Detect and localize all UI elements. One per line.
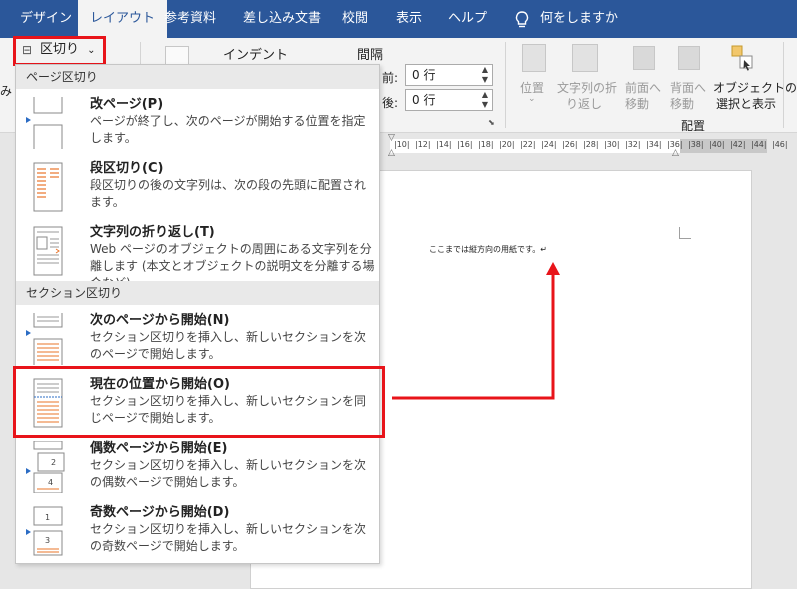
margin-corner-mark	[679, 227, 691, 239]
menu-item-description: セクション区切りを挿入し、新しいセクションを次の奇数ページで開始します。	[90, 522, 367, 553]
ruler-number: |44|	[751, 140, 767, 149]
ribbon-separator	[783, 42, 784, 128]
ribbon-partial-label: み	[0, 84, 13, 98]
svg-text:4: 4	[48, 478, 53, 487]
section-breaks-header: セクション区切り	[16, 281, 379, 305]
indent-marker-icon[interactable]: △	[388, 148, 395, 158]
highlight-box-breaks-button	[13, 36, 106, 66]
page-break-icon	[26, 97, 63, 149]
text-wrapping-icon	[33, 226, 63, 276]
ruler-number: |42|	[730, 140, 746, 149]
menu-item-description: 段区切りの後の文字列は、次の段の先頭に配置されます。	[90, 178, 367, 209]
tab-mailings[interactable]: 差し込み文書	[243, 0, 321, 38]
ribbon-separator	[505, 42, 506, 128]
ruler-number: |38|	[688, 140, 704, 149]
tab-design[interactable]: デザイン	[20, 0, 72, 38]
odd-page-section-icon: 1 3	[26, 506, 63, 556]
menu-item-title: 次のページから開始(N)	[90, 313, 230, 328]
menu-item-next-page[interactable]: 次のページから開始(N) セクション区切りを挿入し、新しいセクションを次のページ…	[16, 307, 379, 369]
bring-forward-icon[interactable]	[633, 46, 655, 70]
send-backward-icon[interactable]	[678, 46, 700, 70]
ruler-number: |22|	[520, 140, 536, 149]
selection-pane-icon[interactable]	[730, 44, 756, 74]
spinner-arrows-icon[interactable]: ▲ ▼	[482, 65, 488, 85]
horizontal-ruler[interactable]: ▽ △ △ |10| |12| |14| |16| |18| |20| |22|…	[380, 133, 797, 158]
ruler-number: |14|	[436, 140, 452, 149]
menu-item-page-break[interactable]: 改ページ(P) ページが終了し、次のページが開始する位置を指定します。	[16, 91, 379, 153]
ruler-number: |18|	[478, 140, 494, 149]
bring-forward-label-1[interactable]: 前面へ	[625, 79, 661, 96]
lightbulb-icon[interactable]	[513, 10, 531, 30]
tab-layout[interactable]: レイアウト	[78, 0, 168, 38]
ruler-number: |32|	[625, 140, 641, 149]
page-breaks-header: ページ区切り	[16, 65, 379, 89]
menu-item-title: 文字列の折り返し(T)	[90, 225, 215, 240]
menu-item-description: セクション区切りを挿入し、新しいセクションを次のページで開始します。	[90, 330, 367, 361]
spacing-label: 間隔	[357, 48, 384, 63]
tab-references[interactable]: 参考資料	[164, 0, 216, 38]
menu-item-column-break[interactable]: 段区切り(C) 段区切りの後の文字列は、次の段の先頭に配置されます。	[16, 155, 379, 217]
spacing-after-input[interactable]: 0 行 ▲ ▼	[405, 89, 493, 111]
menu-item-description: セクション区切りを挿入し、新しいセクションを次の偶数ページで開始します。	[90, 458, 367, 489]
ruler-number: |46|	[772, 140, 788, 149]
tab-help[interactable]: ヘルプ	[448, 0, 487, 38]
ribbon-tab-bar: デザイン レイアウト 参考資料 差し込み文書 校閲 表示 ヘルプ 何をしますか	[0, 0, 797, 38]
send-backward-label-1[interactable]: 背面へ	[670, 79, 706, 96]
column-break-icon	[33, 162, 63, 212]
svg-text:2: 2	[51, 458, 56, 467]
ruler-number: |24|	[541, 140, 557, 149]
menu-item-description: ページが終了し、次のページが開始する位置を指定します。	[90, 114, 366, 145]
bring-forward-label-2[interactable]: 移動	[625, 95, 649, 112]
wrap-text-label-2[interactable]: り返し	[566, 95, 602, 112]
ruler-number: |34|	[646, 140, 662, 149]
menu-item-title: 偶数ページから開始(E)	[90, 441, 228, 456]
breaks-dropdown-menu: ページ区切り 改ページ(P) ページが終了し、次のページが開始する位置を指定しま…	[15, 64, 380, 564]
selection-pane-label-2[interactable]: 選択と表示	[716, 95, 776, 112]
spacing-before-input[interactable]: 0 行 ▲ ▼	[405, 64, 493, 86]
tab-review[interactable]: 校閲	[342, 0, 368, 38]
wrap-text-icon[interactable]	[572, 44, 598, 72]
menu-item-odd-page[interactable]: 1 3 奇数ページから開始(D) セクション区切りを挿入し、新しいセクションを次…	[16, 499, 379, 561]
spinner-arrows-icon[interactable]: ▲ ▼	[482, 90, 488, 110]
ruler-number: |26|	[562, 140, 578, 149]
spacing-after-label: 後:	[382, 96, 399, 110]
ruler-number: |20|	[499, 140, 515, 149]
send-backward-label-2[interactable]: 移動	[670, 95, 694, 112]
next-page-section-icon	[26, 313, 63, 365]
menu-item-title: 段区切り(C)	[90, 161, 164, 176]
document-body-text[interactable]: ここまでは縦方向の用紙です。↵	[429, 244, 547, 255]
ruler-number: |30|	[604, 140, 620, 149]
menu-item-title: 改ページ(P)	[90, 97, 164, 112]
paragraph-dialog-launcher-icon[interactable]: ⬊	[488, 118, 495, 127]
svg-text:3: 3	[45, 536, 50, 545]
menu-item-text-wrapping[interactable]: 文字列の折り返し(T) Web ページのオブジェクトの周囲にある文字列を分離しま…	[16, 219, 379, 290]
spacing-before-label: 前:	[382, 71, 399, 85]
right-indent-marker-icon[interactable]: △	[672, 148, 679, 158]
highlight-box-continuous	[13, 366, 385, 438]
ruler-number: |10|	[394, 140, 410, 149]
position-icon[interactable]	[522, 44, 546, 72]
wrap-text-label-1[interactable]: 文字列の折	[557, 79, 617, 96]
svg-text:1: 1	[45, 513, 50, 522]
menu-item-even-page[interactable]: 2 4 偶数ページから開始(E) セクション区切りを挿入し、新しいセクションを次…	[16, 435, 379, 497]
ruler-number: |16|	[457, 140, 473, 149]
ruler-number: |36|	[667, 140, 683, 149]
arrange-group-label: 配置	[681, 119, 706, 133]
ruler-number: |12|	[415, 140, 431, 149]
selection-pane-label-1[interactable]: オブジェクトの	[713, 79, 797, 96]
indent-label: インデント	[223, 48, 289, 63]
tab-view[interactable]: 表示	[396, 0, 422, 38]
ruler-number: |40|	[709, 140, 725, 149]
tell-me-search[interactable]: 何をしますか	[540, 0, 618, 38]
ruler-number: |28|	[583, 140, 599, 149]
chevron-down-icon: ⌄	[528, 94, 536, 104]
even-page-section-icon: 2 4	[26, 441, 65, 493]
menu-item-title: 奇数ページから開始(D)	[90, 505, 230, 520]
